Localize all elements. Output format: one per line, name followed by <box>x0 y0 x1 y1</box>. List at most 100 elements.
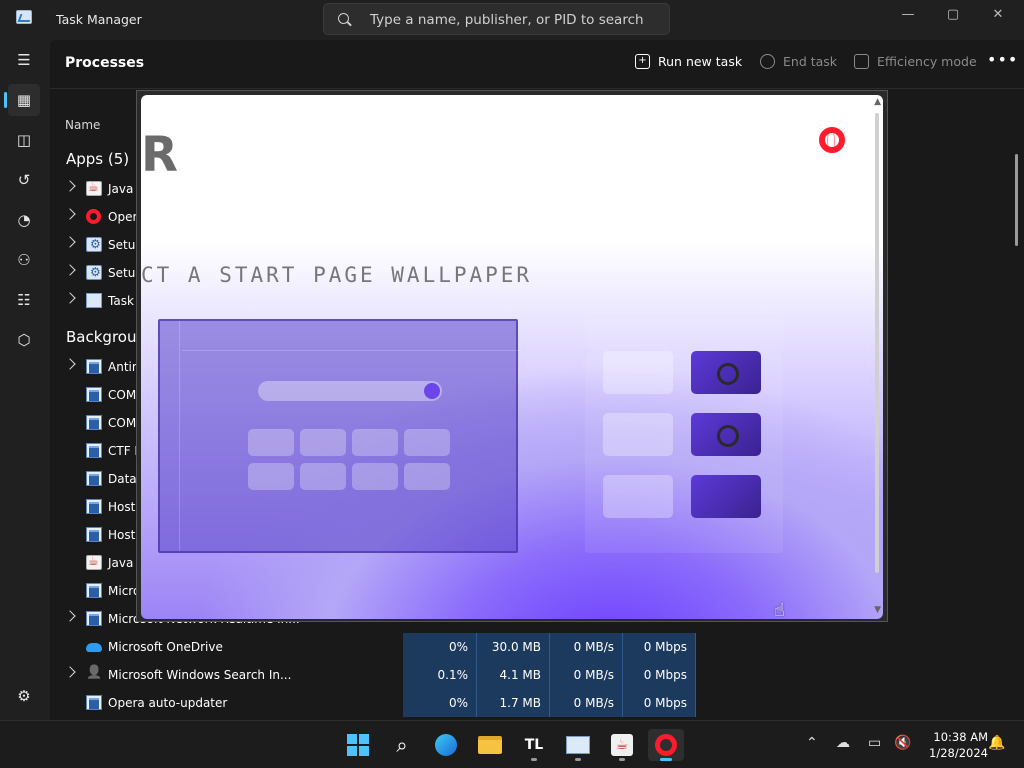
app-history-nav-icon[interactable]: ↺ <box>8 164 40 196</box>
close-button[interactable]: ✕ <box>975 4 1021 26</box>
end-task-button[interactable]: End task <box>760 54 837 69</box>
metric-disk: 0 MB/s <box>550 689 623 717</box>
metric-cpu: 0% <box>403 689 477 717</box>
metric-memory: 4.1 MB <box>477 661 550 689</box>
search-input[interactable]: Type a name, publisher, or PID to search <box>323 3 670 35</box>
end-task-label: End task <box>783 54 838 69</box>
taskbar-search-icon[interactable]: ⌕ <box>384 729 420 761</box>
scroll-up-arrow-icon[interactable]: ▲ <box>874 97 881 107</box>
minimize-button[interactable]: — <box>885 4 931 26</box>
opera-icon <box>86 209 101 224</box>
process-icon <box>86 387 102 402</box>
mouse-cursor-icon: ☝ <box>774 600 785 621</box>
windows-logo-icon <box>347 734 369 756</box>
process-name: Opera auto-updater <box>108 696 228 710</box>
table-row[interactable]: Microsoft Windows Search In... 0.1%4.1 MB… <box>50 661 750 689</box>
search-placeholder: Type a name, publisher, or PID to search <box>370 12 644 28</box>
preview-toolbar <box>182 323 520 351</box>
process-name: Microsoft OneDrive <box>108 640 223 654</box>
opera-taskbar-icon[interactable] <box>648 729 684 761</box>
show-hidden-icons-chevron-icon[interactable]: ⌃ <box>806 735 818 751</box>
tl-app-label: TL <box>524 737 544 753</box>
task-manager-taskbar-icon[interactable] <box>560 729 596 761</box>
process-name: COM <box>108 388 137 402</box>
metric-disk: 0 MB/s <box>550 633 623 661</box>
wallpaper-option[interactable] <box>691 475 761 518</box>
search-icon <box>338 13 349 24</box>
details-nav-icon[interactable]: ☷ <box>8 284 40 316</box>
wallpaper-option[interactable] <box>691 351 761 394</box>
scroll-down-arrow-icon[interactable]: ▼ <box>874 605 881 615</box>
wallpaper-option[interactable] <box>603 351 673 394</box>
process-icon <box>86 583 102 598</box>
table-row[interactable]: Microsoft OneDrive 0% 30.0 MB 0 MB/s 0 Mbps <box>50 633 750 661</box>
expand-chevron-icon[interactable] <box>64 180 76 192</box>
wallpaper-option[interactable] <box>603 475 673 518</box>
page-title: Processes <box>65 55 145 71</box>
notifications-bell-icon[interactable]: 🔔 <box>988 735 1005 751</box>
scrollbar[interactable] <box>1015 154 1018 246</box>
hamburger-menu-icon[interactable]: ☰ <box>8 44 40 76</box>
browser-preview <box>158 319 520 553</box>
wallpaper-heading: CT A START PAGE WALLPAPER <box>141 263 533 287</box>
process-icon <box>86 415 102 430</box>
tl-app-icon[interactable]: TL <box>516 729 552 761</box>
start-button[interactable] <box>340 729 376 761</box>
run-new-task-button[interactable]: + Run new task <box>635 54 742 69</box>
network-icon[interactable]: ▭ <box>868 735 881 751</box>
dialog-scrollbar[interactable] <box>875 113 879 573</box>
running-indicator <box>575 758 581 761</box>
edge-beta-icon[interactable] <box>428 729 464 761</box>
column-header-name[interactable]: Name <box>65 118 100 132</box>
apps-section-header[interactable]: Apps (5) <box>66 150 129 168</box>
process-icon <box>86 359 102 374</box>
onedrive-icon <box>86 639 102 654</box>
process-icon <box>86 443 102 458</box>
expand-chevron-icon[interactable] <box>64 236 76 248</box>
onedrive-tray-icon[interactable]: ☁ <box>836 735 850 751</box>
users-nav-icon[interactable]: ⚇ <box>8 244 40 276</box>
expand-chevron-icon[interactable] <box>64 292 76 304</box>
process-icon <box>86 527 102 542</box>
preview-speed-dial <box>300 429 346 456</box>
wallpaper-grid <box>585 319 783 553</box>
navigation-sidebar: ☰ ▦ ◫ ↺ ◔ ⚇ ☷ ⬡ ⚙ <box>0 40 48 720</box>
process-icon <box>86 471 102 486</box>
running-indicator <box>619 758 625 761</box>
settings-gear-icon[interactable]: ⚙ <box>8 680 40 712</box>
java-taskbar-icon[interactable]: ☕ <box>604 729 640 761</box>
process-name: COM <box>108 416 137 430</box>
performance-nav-icon[interactable]: ◫ <box>8 124 40 156</box>
expand-chevron-icon[interactable] <box>64 610 76 622</box>
expand-chevron-icon[interactable] <box>64 264 76 276</box>
expand-chevron-icon[interactable] <box>64 358 76 370</box>
wallpaper-option[interactable] <box>603 413 673 456</box>
efficiency-mode-button[interactable]: Efficiency mode <box>854 54 977 69</box>
metric-cpu: 0.1% <box>403 661 477 689</box>
opera-logo-icon <box>819 127 845 153</box>
background-section-header[interactable]: Backgrou <box>66 328 136 346</box>
preview-speed-dial <box>248 463 294 490</box>
wallpaper-option[interactable] <box>691 413 761 456</box>
more-options-icon[interactable]: ••• <box>987 50 1018 69</box>
brand-letter: R <box>141 127 178 183</box>
java-icon <box>86 554 102 570</box>
table-row[interactable]: Opera auto-updater 0% 1.7 MB 0 MB/s 0 Mbps <box>50 689 750 717</box>
java-icon <box>86 180 102 196</box>
expand-chevron-icon[interactable] <box>64 208 76 220</box>
clock-time: 10:38 AM <box>933 730 988 744</box>
preview-speed-dial <box>404 463 450 490</box>
volume-muted-icon[interactable]: 🔇 <box>894 735 911 751</box>
startup-apps-nav-icon[interactable]: ◔ <box>8 204 40 236</box>
leaf-icon <box>854 54 869 69</box>
file-explorer-icon[interactable] <box>472 729 508 761</box>
system-clock[interactable]: 10:38 AM 1/28/2024 <box>918 729 988 761</box>
services-nav-icon[interactable]: ⬡ <box>8 324 40 356</box>
expand-chevron-icon[interactable] <box>64 666 76 678</box>
maximize-button[interactable]: ▢ <box>930 4 976 26</box>
windows-taskbar: ⌕ TL ☕ ⌃ ☁ ▭ 🔇 10:38 AM 1/28/2024 🔔 <box>0 720 1024 768</box>
preview-speed-dial <box>248 429 294 456</box>
run-task-icon: + <box>635 54 650 69</box>
processes-nav-icon[interactable]: ▦ <box>4 84 40 116</box>
title-bar: Task Manager Type a name, publisher, or … <box>0 0 1024 38</box>
